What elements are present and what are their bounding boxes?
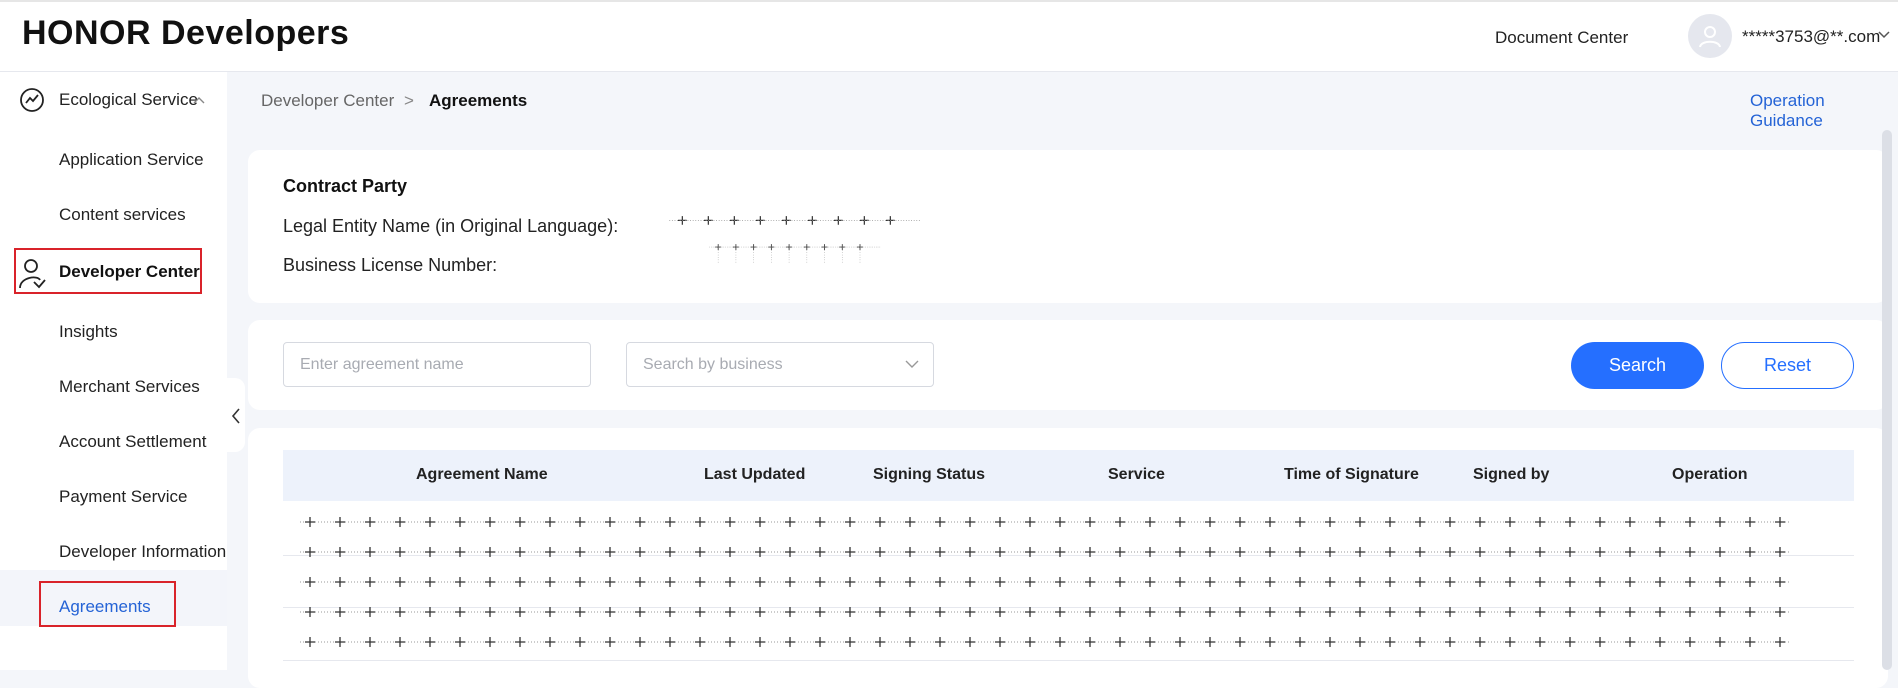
table-header: Agreement Name Last Updated Signing Stat… xyxy=(283,450,1854,501)
trend-chart-icon xyxy=(20,88,44,112)
sidebar-group-ecological-service[interactable]: Ecological Service xyxy=(0,72,227,128)
column-last-updated: Last Updated xyxy=(704,466,806,483)
column-time-of-signature: Time of Signature xyxy=(1284,466,1419,483)
breadcrumb-developer-center[interactable]: Developer Center xyxy=(261,91,394,111)
column-signing-status: Signing Status xyxy=(873,466,985,483)
highlight-box-agreements xyxy=(39,581,176,627)
legal-entity-label: Legal Entity Name (in Original Language)… xyxy=(283,216,619,236)
sidebar-item-merchant-services[interactable]: Merchant Services xyxy=(59,377,200,397)
column-agreement-name: Agreement Name xyxy=(416,466,548,483)
user-email[interactable]: *****3753@**.com xyxy=(1742,27,1880,47)
chevron-down-icon xyxy=(905,360,919,368)
avatar[interactable] xyxy=(1688,14,1732,58)
sidebar-group-label: Ecological Service xyxy=(59,90,198,109)
column-signed-by: Signed by xyxy=(1473,466,1550,483)
top-header: HONOR Developers Document Center *****37… xyxy=(0,0,1898,72)
business-select[interactable]: Search by business xyxy=(626,342,934,387)
page-scrollbar[interactable] xyxy=(1882,130,1892,670)
search-button[interactable]: Search xyxy=(1571,342,1704,389)
user-icon xyxy=(1699,26,1721,48)
agreement-name-input[interactable]: Enter agreement name xyxy=(283,342,591,387)
masked-legal-entity-value xyxy=(669,216,921,225)
table-row-divider xyxy=(283,660,1854,661)
chevron-left-icon xyxy=(231,408,240,424)
business-license-label: Business License Number: xyxy=(283,255,498,275)
sidebar-item-account-settlement[interactable]: Account Settlement xyxy=(59,432,206,452)
sidebar-collapse-button[interactable] xyxy=(227,378,245,452)
column-operation: Operation xyxy=(1672,466,1748,483)
chevron-up-icon xyxy=(193,97,205,104)
masked-table-rows xyxy=(300,517,1790,647)
sidebar-item-application-service[interactable]: Application Service xyxy=(59,150,204,170)
sidebar-item-insights[interactable]: Insights xyxy=(59,322,118,342)
chevron-down-icon[interactable] xyxy=(1878,29,1890,39)
brand-logo[interactable]: HONOR Developers xyxy=(22,14,349,53)
column-service: Service xyxy=(1108,466,1165,483)
sidebar-item-developer-information[interactable]: Developer Information xyxy=(59,542,226,562)
breadcrumb-separator: > xyxy=(404,91,414,110)
sidebar-item-content-services[interactable]: Content services xyxy=(59,205,186,225)
business-select-placeholder: Search by business xyxy=(643,356,783,373)
sidebar-item-payment-service[interactable]: Payment Service xyxy=(59,487,188,507)
highlight-box-developer-center xyxy=(14,248,202,294)
agreement-name-placeholder: Enter agreement name xyxy=(300,356,464,373)
document-center-link[interactable]: Document Center xyxy=(1495,28,1628,48)
breadcrumb-current: Agreements xyxy=(429,91,528,110)
contract-party-title: Contract Party xyxy=(283,176,408,196)
reset-button[interactable]: Reset xyxy=(1721,342,1854,389)
masked-business-license-value xyxy=(709,244,881,264)
operation-guidance-link[interactable]: Operation Guidance xyxy=(1750,91,1898,131)
